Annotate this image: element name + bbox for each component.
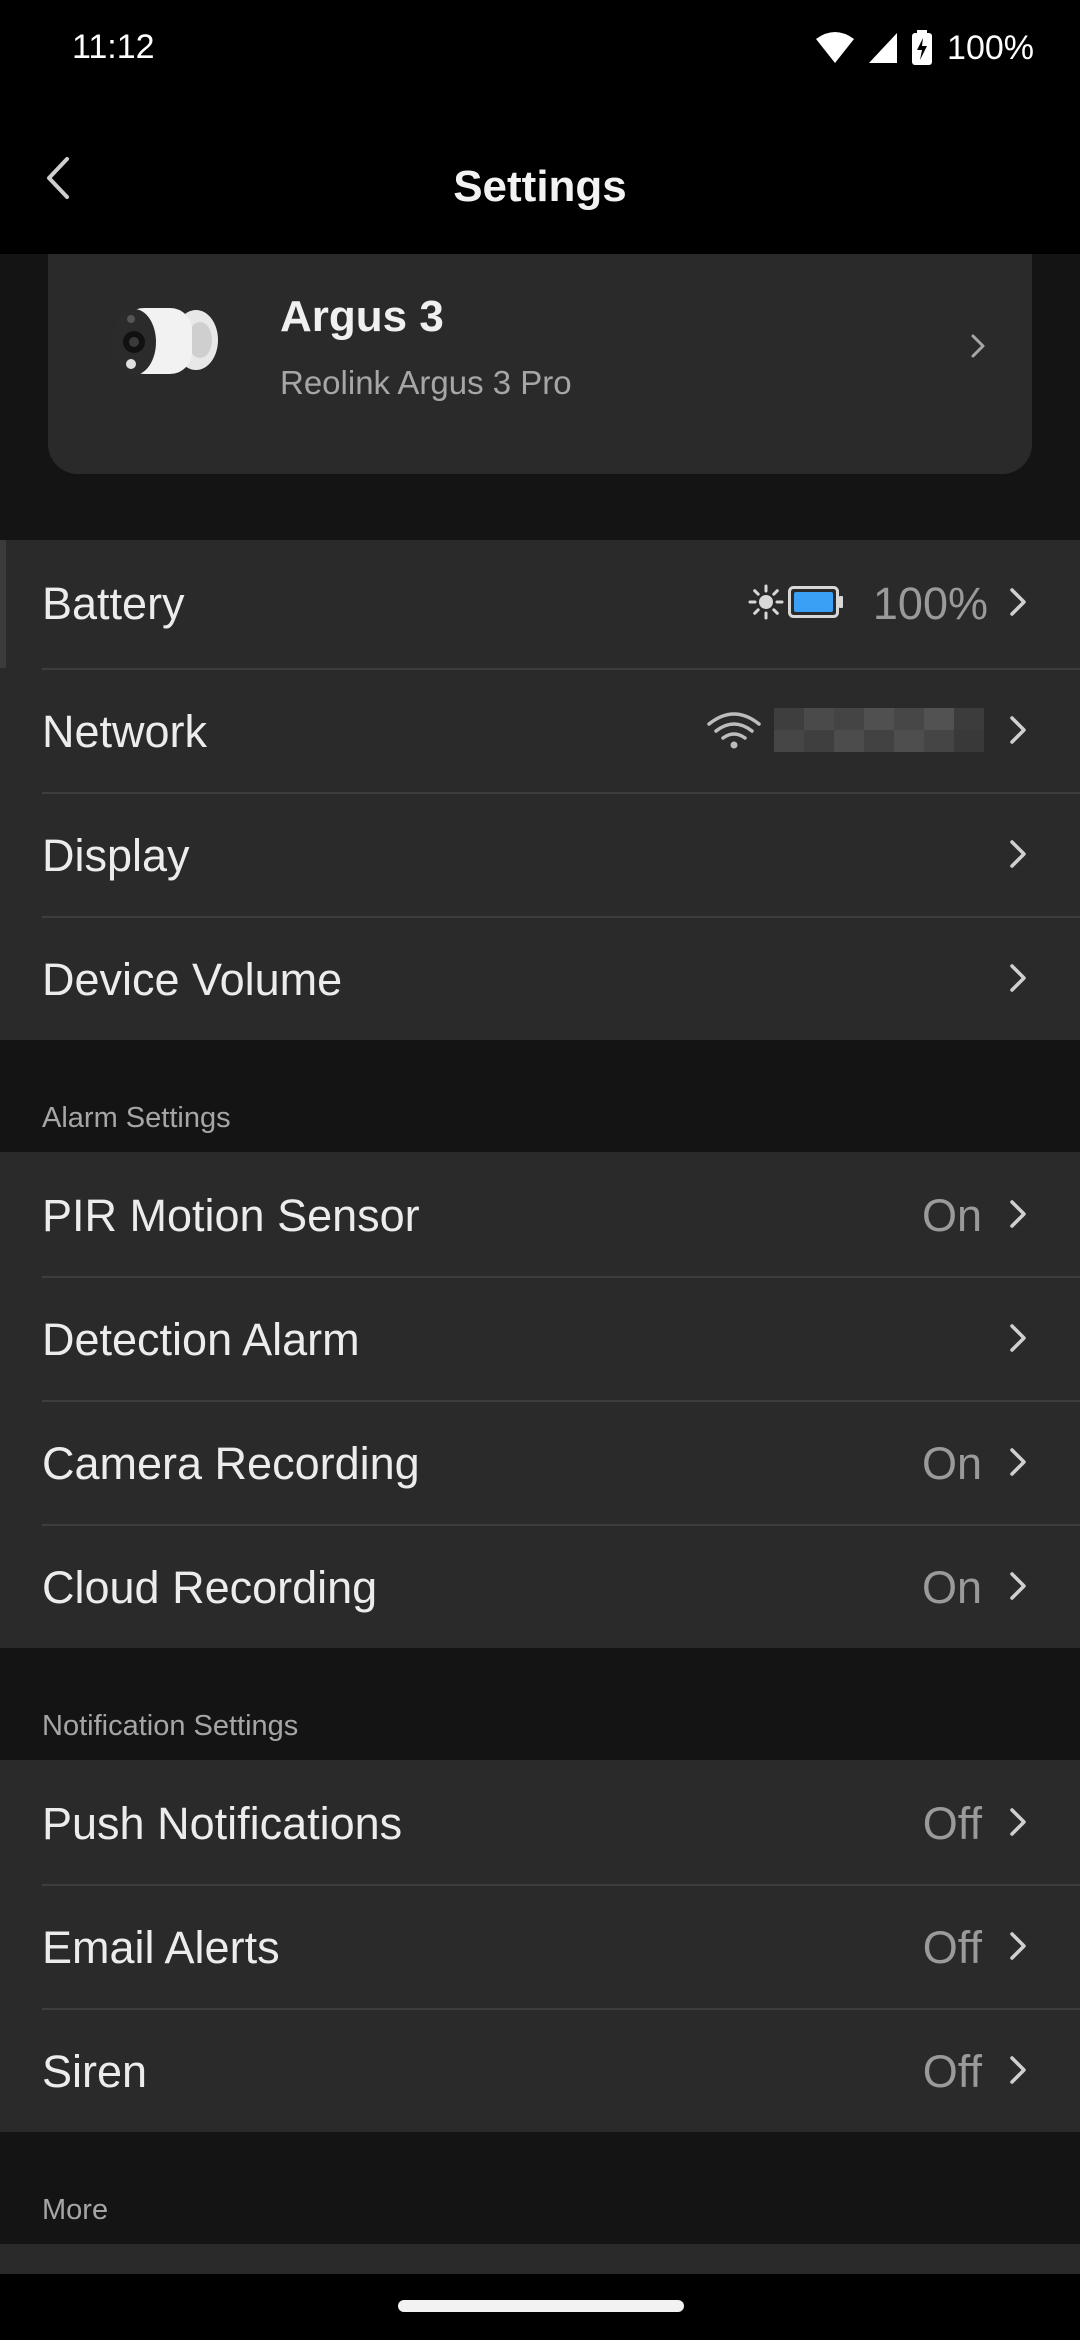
row-label: Battery [42, 578, 185, 629]
row-value: On [921, 1190, 982, 1241]
row-highlight [0, 540, 6, 668]
detection-alarm-row[interactable]: Detection Alarm [0, 1276, 1080, 1400]
section-header-more: More [42, 2194, 109, 2226]
camera-recording-row[interactable]: Camera Recording On [0, 1400, 1080, 1524]
status-bar: 11:12 100% [0, 0, 1080, 100]
app-bar: Settings [0, 100, 1080, 254]
battery-charging-icon [912, 30, 933, 65]
settings-screen: 11:12 100% Settings Argus 3 Reolink Argu… [0, 0, 1080, 2340]
row-label: Device Volume [42, 954, 343, 1005]
chevron-right-icon [1010, 1200, 1026, 1228]
chevron-right-icon [1010, 1808, 1026, 1836]
cellular-signal-icon [869, 33, 898, 63]
more-group-top [0, 2244, 1080, 2274]
section-header-alarm-settings: Alarm Settings [42, 1102, 231, 1134]
battery-value: 100% [872, 578, 988, 629]
chevron-right-icon [971, 334, 985, 358]
siren-row[interactable]: Siren Off [0, 2008, 1080, 2132]
pir-motion-sensor-row[interactable]: PIR Motion Sensor On [0, 1152, 1080, 1276]
chevron-right-icon [1010, 716, 1026, 744]
row-value: On [921, 1562, 982, 1613]
cloud-recording-row[interactable]: Cloud Recording On [0, 1524, 1080, 1648]
battery-row[interactable]: Battery 100% [0, 540, 1080, 668]
home-indicator[interactable] [398, 2300, 684, 2312]
redacted-ssid [774, 708, 984, 752]
status-icons: 100% [815, 24, 1034, 72]
row-value: On [921, 1438, 982, 1489]
sun-icon [748, 584, 784, 620]
display-row[interactable]: Display [0, 792, 1080, 916]
wifi-icon [707, 712, 761, 749]
notification-settings-group: Push Notifications Off Email Alerts Off … [0, 1760, 1080, 2132]
status-battery-text: 100% [947, 28, 1034, 67]
row-label: Siren [42, 2046, 148, 2097]
chevron-right-icon [1010, 588, 1026, 616]
battery-icon [788, 586, 843, 618]
row-label: Camera Recording [42, 1438, 420, 1489]
chevron-right-icon [1010, 1572, 1026, 1600]
battery-status [748, 584, 844, 620]
row-label: PIR Motion Sensor [42, 1190, 420, 1241]
device-volume-row[interactable]: Device Volume [0, 916, 1080, 1040]
wifi-icon [816, 32, 855, 63]
camera-image [112, 308, 218, 375]
email-alerts-row[interactable]: Email Alerts Off [0, 1884, 1080, 2008]
network-status [706, 708, 984, 752]
row-value: Off [922, 1922, 982, 1973]
chevron-right-icon [1010, 1448, 1026, 1476]
alarm-settings-group: PIR Motion Sensor On Detection Alarm Cam… [0, 1152, 1080, 1648]
chevron-right-icon [1010, 1324, 1026, 1352]
general-settings-group: Battery 100% Network Display Device Volu… [0, 540, 1080, 1040]
row-label: Detection Alarm [42, 1314, 360, 1365]
section-header-notification-settings: Notification Settings [42, 1710, 299, 1742]
row-label: Cloud Recording [42, 1562, 378, 1613]
row-label: Email Alerts [42, 1922, 280, 1973]
row-label: Network [42, 706, 208, 757]
chevron-right-icon [1010, 964, 1026, 992]
status-time: 11:12 [72, 28, 155, 66]
chevron-right-icon [1010, 2056, 1026, 2084]
network-row[interactable]: Network [0, 668, 1080, 792]
device-model: Reolink Argus 3 Pro [280, 364, 572, 401]
row-label: Push Notifications [42, 1798, 403, 1849]
row-value: Off [922, 1798, 982, 1849]
push-notifications-row[interactable]: Push Notifications Off [0, 1760, 1080, 1884]
device-name: Argus 3 [280, 292, 444, 341]
row-label: Display [42, 830, 190, 881]
device-card[interactable]: Argus 3 Reolink Argus 3 Pro [48, 254, 1032, 474]
chevron-right-icon [1010, 1932, 1026, 1960]
chevron-right-icon [1010, 840, 1026, 868]
row-value: Off [922, 2046, 982, 2097]
page-title: Settings [453, 162, 627, 211]
